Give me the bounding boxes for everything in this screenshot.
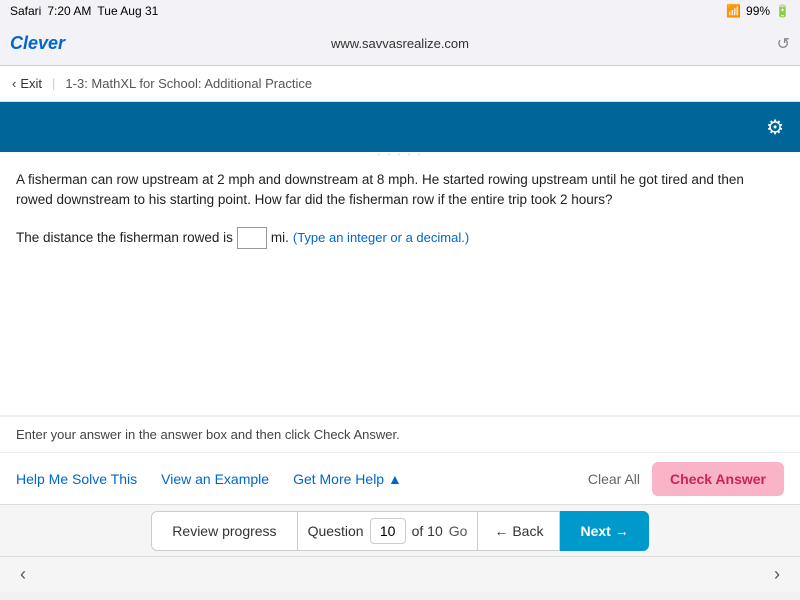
question-nav: Question of 10 Go [298,511,479,551]
answer-input-box[interactable] [237,227,267,249]
back-button[interactable]: ← Back [478,511,560,551]
reload-button[interactable]: ↺ [710,34,790,54]
check-answer-button[interactable]: Check Answer [652,462,784,496]
bottom-nav: Review progress Question of 10 Go ← Back… [0,504,800,556]
clear-all-button[interactable]: Clear All [588,471,640,487]
answer-line: The distance the fisherman rowed is mi. … [16,227,784,249]
separator-dots: · · · · · [377,149,423,160]
wifi-icon: 📶 [726,4,741,18]
answer-hint: (Type an integer or a decimal.) [293,230,469,245]
status-bar: Safari 7:20 AM Tue Aug 31 📶 99% 🔋 [0,0,800,22]
question-label: Question [308,523,364,539]
page-arrows: ‹ › [0,556,800,592]
reload-icon: ↺ [777,34,790,54]
status-date: Tue Aug 31 [97,4,158,18]
instructions-text: Enter your answer in the answer box and … [16,427,400,442]
battery-icon: 🔋 [775,4,790,18]
prev-page-button[interactable]: ‹ [20,564,26,585]
next-button[interactable]: Next → [560,511,648,551]
status-time: 7:20 AM [47,4,91,18]
next-page-button[interactable]: › [774,564,780,585]
question-text: A fisherman can row upstream at 2 mph an… [16,170,784,211]
nav-divider: | [52,76,55,91]
answer-unit: mi. [271,230,289,245]
instructions-bar: Enter your answer in the answer box and … [0,416,800,452]
battery-level: 99% [746,4,770,18]
action-bar: Help Me Solve This View an Example Get M… [0,452,800,504]
nav-bar: ‹ Exit | 1-3: MathXL for School: Additio… [0,66,800,102]
browser-name: Safari [10,4,41,18]
main-content: A fisherman can row upstream at 2 mph an… [0,156,800,416]
exit-button[interactable]: ‹ Exit [12,76,42,91]
answer-label: The distance the fisherman rowed is [16,230,233,245]
view-example-button[interactable]: View an Example [161,471,269,487]
of-label: of 10 [412,523,443,539]
gear-icon[interactable]: ⚙ [766,115,784,140]
back-chevron-icon: ‹ [12,76,16,91]
browser-bar: Clever www.savvasrealize.com ↺ [0,22,800,66]
breadcrumb: 1-3: MathXL for School: Additional Pract… [65,76,312,91]
question-number-input[interactable] [370,518,406,544]
header-banner: ⚙ [0,102,800,152]
get-more-help-button[interactable]: Get More Help ▲ [293,471,402,487]
exit-label: Exit [20,76,42,91]
help-me-solve-button[interactable]: Help Me Solve This [16,471,137,487]
go-button[interactable]: Go [449,523,468,539]
review-progress-button[interactable]: Review progress [151,511,297,551]
clever-logo: Clever [10,33,90,54]
url-bar[interactable]: www.savvasrealize.com [90,36,710,51]
